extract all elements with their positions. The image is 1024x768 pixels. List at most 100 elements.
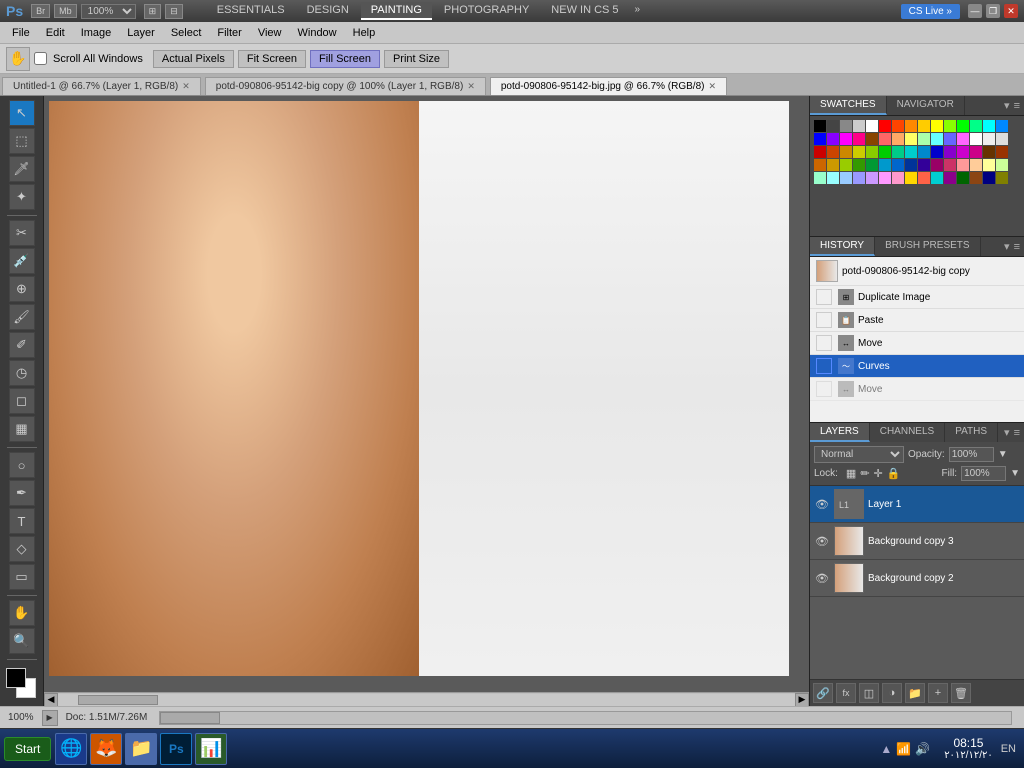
- history-snapshot[interactable]: potd-090806-95142-big copy: [810, 257, 1024, 286]
- tray-volume-icon[interactable]: 🔊: [915, 742, 930, 756]
- swatch-60[interactable]: [814, 172, 826, 184]
- swatch-26[interactable]: [957, 133, 969, 145]
- history-state-3[interactable]: [816, 335, 832, 351]
- doc-tab-0[interactable]: Untitled-1 @ 66.7% (Layer 1, RGB/8) ✕: [2, 77, 201, 95]
- swatch-74[interactable]: [996, 172, 1008, 184]
- swatch-31[interactable]: [827, 146, 839, 158]
- menu-filter[interactable]: Filter: [209, 25, 249, 41]
- swatch-68[interactable]: [918, 172, 930, 184]
- tab-photography[interactable]: PHOTOGRAPHY: [434, 2, 539, 20]
- scroll-right-btn[interactable]: ▶: [795, 693, 809, 707]
- swatch-69[interactable]: [931, 172, 943, 184]
- cs-live-button[interactable]: CS Live »: [901, 4, 960, 19]
- menu-window[interactable]: Window: [290, 25, 345, 41]
- opacity-input[interactable]: [949, 447, 994, 462]
- swatch-7[interactable]: [905, 120, 917, 132]
- fg-bg-colors[interactable]: [6, 668, 38, 700]
- layer-mask-button[interactable]: ◫: [859, 683, 879, 703]
- swatch-33[interactable]: [853, 146, 865, 158]
- swatch-61[interactable]: [827, 172, 839, 184]
- swatch-29[interactable]: [996, 133, 1008, 145]
- swatch-34[interactable]: [866, 146, 878, 158]
- swatch-70[interactable]: [944, 172, 956, 184]
- layer-group-button[interactable]: 📁: [905, 683, 925, 703]
- layer-row-1[interactable]: 👁 Background copy 3: [810, 523, 1024, 560]
- swatch-0[interactable]: [814, 120, 826, 132]
- swatch-35[interactable]: [879, 146, 891, 158]
- swatch-39[interactable]: [931, 146, 943, 158]
- swatch-49[interactable]: [866, 159, 878, 171]
- history-item-2[interactable]: 📋 Paste: [810, 309, 1024, 332]
- history-item-3[interactable]: ↔ Move: [810, 332, 1024, 355]
- layers-collapse-icon[interactable]: ▾: [1004, 426, 1010, 439]
- history-item-5[interactable]: ↔ Move: [810, 378, 1024, 401]
- swatch-51[interactable]: [892, 159, 904, 171]
- close-tab-2[interactable]: ✕: [708, 81, 716, 92]
- swatch-45[interactable]: [814, 159, 826, 171]
- h-scrollbar[interactable]: ◀ ▶: [44, 692, 809, 706]
- lock-paint-icon[interactable]: ✏: [860, 467, 869, 480]
- fit-screen-button[interactable]: Fit Screen: [238, 50, 306, 68]
- print-size-button[interactable]: Print Size: [384, 50, 449, 68]
- swatch-36[interactable]: [892, 146, 904, 158]
- blend-mode-select[interactable]: NormalMultiplyScreen: [814, 446, 904, 463]
- layer-link-button[interactable]: 🔗: [813, 683, 833, 703]
- swatch-71[interactable]: [957, 172, 969, 184]
- scroll-all-checkbox[interactable]: [34, 52, 47, 65]
- swatch-55[interactable]: [944, 159, 956, 171]
- hand-tool[interactable]: ✋: [9, 600, 35, 626]
- swatch-58[interactable]: [983, 159, 995, 171]
- menu-view[interactable]: View: [250, 25, 290, 41]
- swatch-9[interactable]: [931, 120, 943, 132]
- swatch-18[interactable]: [853, 133, 865, 145]
- swatch-73[interactable]: [983, 172, 995, 184]
- taskbar-ie-icon[interactable]: 🌐: [55, 733, 87, 765]
- fill-input[interactable]: [961, 466, 1006, 481]
- mini-button[interactable]: Mb: [54, 4, 77, 18]
- tab-layers[interactable]: LAYERS: [810, 423, 870, 442]
- swatch-32[interactable]: [840, 146, 852, 158]
- swatch-54[interactable]: [931, 159, 943, 171]
- history-state-4[interactable]: [816, 358, 832, 374]
- close-tab-0[interactable]: ✕: [182, 81, 190, 92]
- swatch-67[interactable]: [905, 172, 917, 184]
- taskbar-firefox-icon[interactable]: 🦊: [90, 733, 122, 765]
- tab-painting[interactable]: PAINTING: [361, 2, 432, 20]
- close-tab-1[interactable]: ✕: [467, 81, 475, 92]
- swatch-44[interactable]: [996, 146, 1008, 158]
- lock-transparent-icon[interactable]: ▦: [846, 467, 856, 480]
- swatch-46[interactable]: [827, 159, 839, 171]
- nav-more[interactable]: »: [631, 2, 645, 20]
- move-tool[interactable]: ↖: [9, 100, 35, 126]
- clone-tool[interactable]: ✐: [9, 332, 35, 358]
- history-menu-icon[interactable]: ≡: [1014, 241, 1020, 253]
- swatch-3[interactable]: [853, 120, 865, 132]
- layer-fx-button[interactable]: fx: [836, 683, 856, 703]
- swatch-53[interactable]: [918, 159, 930, 171]
- swatch-52[interactable]: [905, 159, 917, 171]
- healing-tool[interactable]: ⊕: [9, 276, 35, 302]
- tray-network-icon[interactable]: 📶: [896, 742, 911, 756]
- menu-file[interactable]: File: [4, 25, 38, 41]
- swatch-65[interactable]: [879, 172, 891, 184]
- swatch-50[interactable]: [879, 159, 891, 171]
- swatch-38[interactable]: [918, 146, 930, 158]
- tab-navigator[interactable]: NAVIGATOR: [887, 96, 965, 115]
- scroll-left-btn[interactable]: ◀: [44, 693, 58, 707]
- lock-move-icon[interactable]: ✛: [874, 467, 883, 480]
- swatch-30[interactable]: [814, 146, 826, 158]
- tab-essentials[interactable]: ESSENTIALS: [207, 2, 295, 20]
- fill-screen-button[interactable]: Fill Screen: [310, 50, 380, 68]
- taskbar-folder-icon[interactable]: 📁: [125, 733, 157, 765]
- swatch-24[interactable]: [931, 133, 943, 145]
- layer-row-2[interactable]: 👁 Background copy 2: [810, 560, 1024, 597]
- maximize-button[interactable]: ❐: [986, 4, 1000, 18]
- swatch-59[interactable]: [996, 159, 1008, 171]
- swatch-20[interactable]: [879, 133, 891, 145]
- tab-channels[interactable]: CHANNELS: [870, 423, 945, 442]
- tab-brush-presets[interactable]: BRUSH PRESETS: [875, 237, 980, 256]
- menu-layer[interactable]: Layer: [119, 25, 163, 41]
- brush-tool[interactable]: 🖌: [9, 304, 35, 330]
- swatch-41[interactable]: [957, 146, 969, 158]
- menu-edit[interactable]: Edit: [38, 25, 73, 41]
